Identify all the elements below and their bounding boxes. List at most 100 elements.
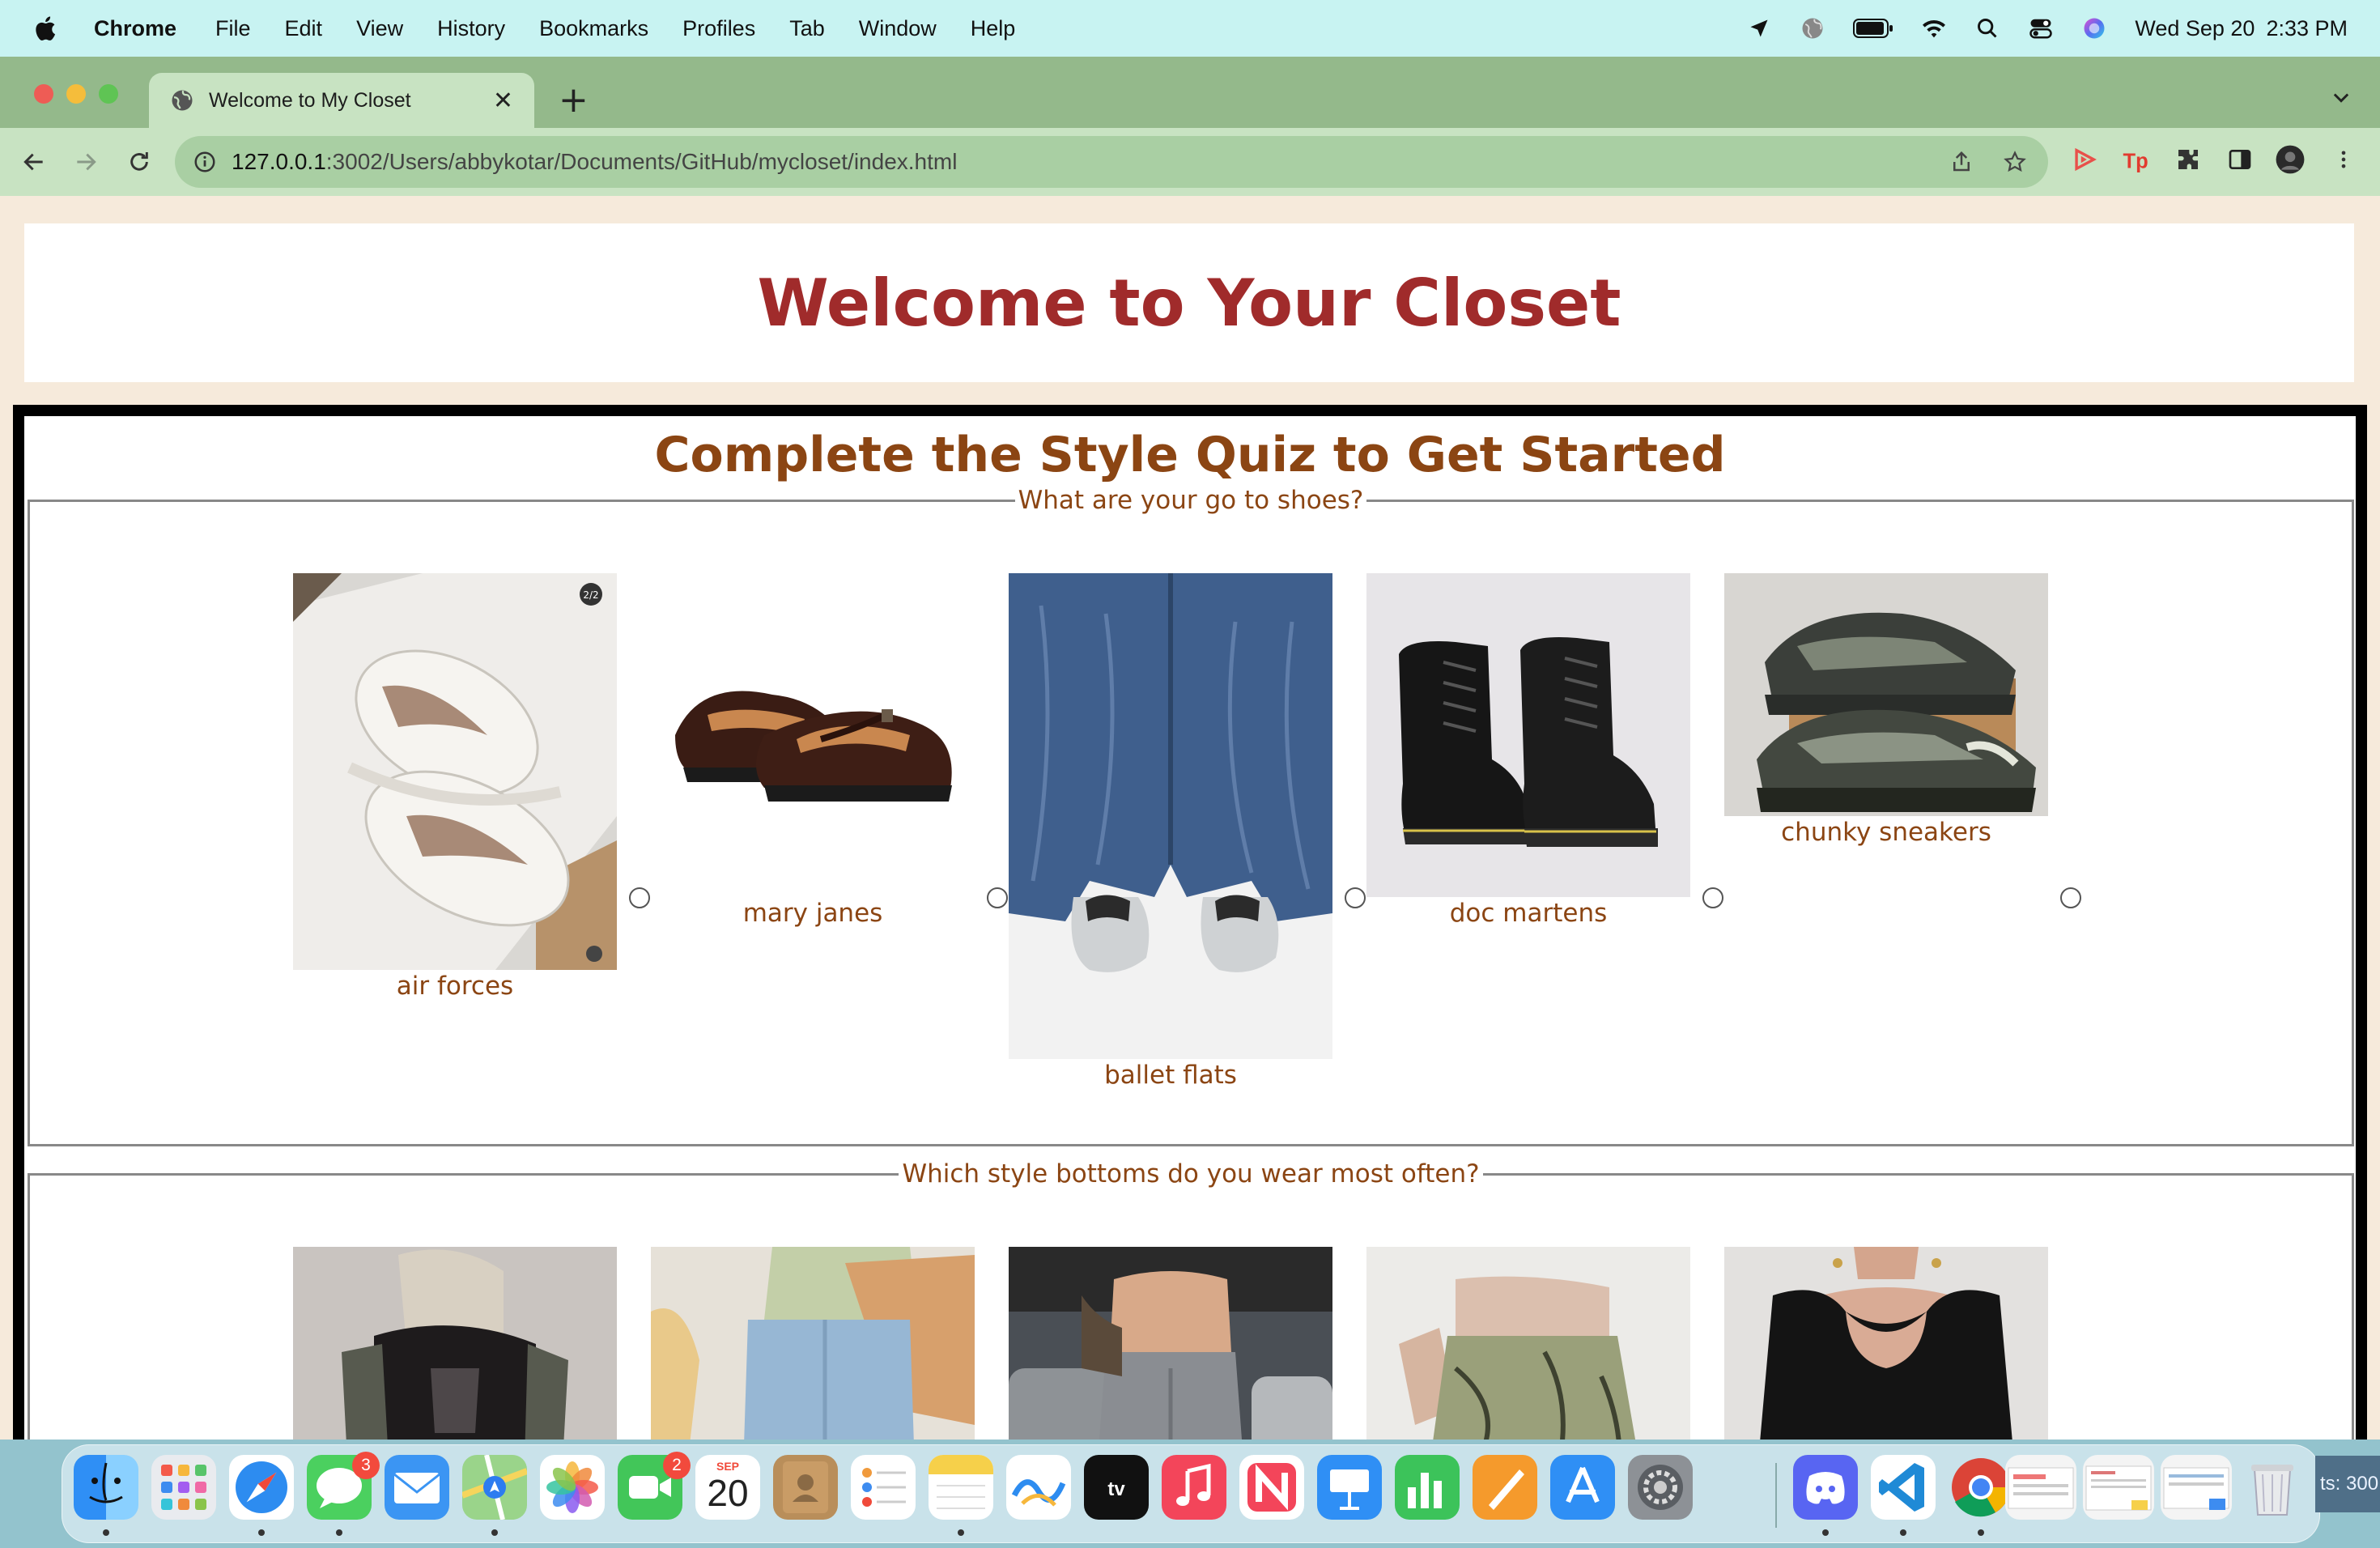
bottoms-photo-5[interactable]	[1724, 1247, 2048, 1440]
back-arrow-icon[interactable]	[16, 144, 52, 180]
news-icon[interactable]	[1239, 1455, 1304, 1520]
pages-icon[interactable]	[1473, 1455, 1537, 1520]
wifi-icon[interactable]	[1921, 15, 1947, 41]
reminders-icon[interactable]	[851, 1455, 916, 1520]
extension-play-icon[interactable]	[2069, 144, 2100, 175]
option-bottoms-2[interactable]	[651, 1247, 975, 1440]
globe-icon[interactable]	[1800, 15, 1825, 41]
radio-chunky-sneakers[interactable]	[2060, 887, 2081, 908]
tab-welcome-to-my-closet[interactable]: Welcome to My Closet ✕	[149, 73, 534, 128]
bookmark-star-icon[interactable]	[2003, 150, 2027, 174]
vscode-icon[interactable]	[1871, 1455, 1936, 1520]
battery-icon[interactable]	[1853, 15, 1893, 41]
facetime-badge: 2	[663, 1452, 691, 1479]
recent-document-1-icon[interactable]	[2005, 1455, 2076, 1520]
option-bottoms-4[interactable]	[1366, 1247, 1690, 1440]
radio-ballet-flats[interactable]	[1345, 887, 1366, 908]
menu-profiles[interactable]: Profiles	[682, 16, 755, 41]
doc-martens-photo[interactable]	[1366, 573, 1690, 897]
menu-help[interactable]: Help	[971, 16, 1016, 41]
chunky-sneakers-photo[interactable]	[1724, 573, 2048, 816]
control-center-icon[interactable]	[2028, 15, 2054, 41]
app-store-icon[interactable]	[1550, 1455, 1615, 1520]
option-chunky-sneakers[interactable]: chunky sneakers	[1724, 573, 2048, 847]
menu-view[interactable]: View	[356, 16, 403, 41]
option-doc-martens[interactable]: doc martens	[1366, 573, 1690, 928]
profile-avatar[interactable]	[2275, 144, 2306, 175]
option-mary-janes[interactable]: mary janes	[651, 573, 975, 928]
chrome-menu-kebab-icon[interactable]	[2328, 144, 2359, 175]
menu-file[interactable]: File	[215, 16, 251, 41]
menu-edit[interactable]: Edit	[285, 16, 323, 41]
bottoms-photo-1[interactable]	[293, 1247, 617, 1440]
launchpad-icon[interactable]	[151, 1455, 216, 1520]
address-bar[interactable]: 127.0.0.1 :3002/Users/abbykotar/Document…	[175, 136, 2048, 188]
apple-tv-icon[interactable]: tv	[1084, 1455, 1149, 1520]
menubar-time[interactable]: 2:33 PM	[2266, 16, 2348, 41]
notes-icon[interactable]	[929, 1455, 993, 1520]
tab-search-chevron-icon[interactable]	[2330, 86, 2352, 108]
option-label: chunky sneakers	[1781, 818, 1991, 847]
finder-icon[interactable]	[74, 1455, 138, 1520]
extension-tp-icon[interactable]: Tp	[2121, 144, 2152, 175]
safari-running-dot	[258, 1529, 265, 1536]
extensions-puzzle-icon[interactable]	[2173, 144, 2204, 175]
menu-window[interactable]: Window	[859, 16, 937, 41]
keynote-icon[interactable]	[1317, 1455, 1382, 1520]
reload-icon[interactable]	[121, 144, 157, 180]
menu-history[interactable]: History	[437, 16, 505, 41]
trash-icon[interactable]	[2240, 1455, 2305, 1520]
numbers-icon[interactable]	[1395, 1455, 1460, 1520]
system-settings-icon[interactable]	[1628, 1455, 1693, 1520]
menu-bookmarks[interactable]: Bookmarks	[539, 16, 648, 41]
location-arrow-icon[interactable]	[1746, 15, 1772, 41]
discord-icon[interactable]	[1793, 1455, 1858, 1520]
radio-air-forces[interactable]	[629, 887, 650, 908]
mary-janes-photo[interactable]	[651, 573, 975, 897]
site-info-icon[interactable]	[193, 150, 217, 174]
tab-title: Welcome to My Closet	[209, 88, 411, 112]
option-bottoms-3[interactable]	[1009, 1247, 1332, 1440]
ballet-flats-photo[interactable]	[1009, 573, 1332, 1059]
safari-icon[interactable]	[229, 1455, 294, 1520]
radio-mary-janes[interactable]	[987, 887, 1008, 908]
facetime-icon[interactable]: 2	[618, 1452, 691, 1520]
maps-icon[interactable]	[462, 1455, 527, 1520]
mail-icon[interactable]	[385, 1455, 449, 1520]
contacts-icon[interactable]	[773, 1455, 838, 1520]
new-tab-plus-icon[interactable]: +	[559, 83, 589, 118]
option-air-forces[interactable]: 2/2 air forces	[293, 573, 617, 1001]
messages-icon[interactable]: 3	[307, 1452, 380, 1520]
option-ballet-flats[interactable]: ballet flats	[1009, 573, 1332, 1090]
chrome-icon[interactable]	[1949, 1455, 2013, 1520]
air-forces-photo[interactable]: 2/2	[293, 573, 617, 970]
window-minimize-button[interactable]	[66, 84, 86, 104]
calendar-icon[interactable]: SEP 20	[695, 1455, 760, 1520]
option-bottoms-5[interactable]	[1724, 1247, 2048, 1440]
apple-menu-icon[interactable]	[32, 15, 57, 42]
menubar-date[interactable]: Wed Sep 20	[2135, 16, 2255, 41]
forward-arrow-icon[interactable]	[68, 144, 104, 180]
radio-doc-martens[interactable]	[1702, 887, 1723, 908]
recent-document-3-icon[interactable]	[2161, 1455, 2232, 1520]
bottoms-photo-4[interactable]	[1366, 1247, 1690, 1440]
freeform-icon[interactable]	[1006, 1455, 1071, 1520]
tab-close-icon[interactable]: ✕	[493, 87, 513, 115]
bottoms-photo-2[interactable]	[651, 1247, 975, 1440]
menu-tab[interactable]: Tab	[789, 16, 825, 41]
window-close-button[interactable]	[34, 84, 53, 104]
bottoms-photo-3[interactable]	[1009, 1247, 1332, 1440]
menu-app-chrome[interactable]: Chrome	[94, 16, 176, 41]
spotlight-search-icon[interactable]	[1974, 15, 2000, 41]
option-label: mary janes	[742, 899, 883, 928]
option-bottoms-1[interactable]	[293, 1247, 617, 1440]
share-icon[interactable]	[1949, 150, 1974, 174]
globe-favicon-icon	[172, 90, 193, 111]
photos-icon[interactable]	[540, 1455, 605, 1520]
recent-document-2-icon[interactable]	[2083, 1455, 2154, 1520]
siri-icon[interactable]	[2081, 15, 2107, 41]
side-panel-icon[interactable]	[2225, 144, 2255, 175]
window-maximize-button[interactable]	[99, 84, 118, 104]
welcome-banner: Welcome to Your Closet	[24, 223, 2354, 382]
music-icon[interactable]	[1162, 1455, 1226, 1520]
